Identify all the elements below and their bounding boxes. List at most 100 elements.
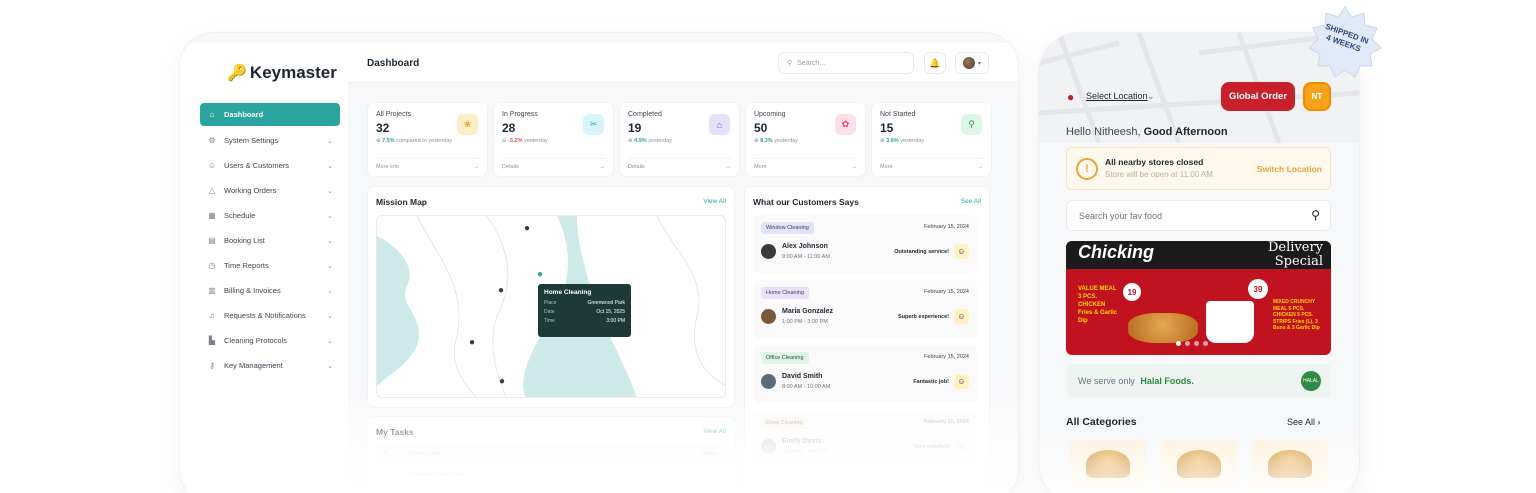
alert-subtitle: Store will be open at 11:00 AM (1105, 170, 1213, 179)
chevron-down-icon: ⌄ (327, 362, 333, 370)
sidebar-item-working-orders[interactable]: △ Working Orders ⌄ (200, 178, 340, 203)
map-pin-icon[interactable]: ● (498, 285, 504, 296)
stat-footer-link[interactable]: Details → (502, 158, 605, 170)
review-card[interactable]: Home Cleaning February 15, 2024 Maria Gonz… (753, 280, 977, 338)
categories-title: All Categories (1066, 416, 1137, 428)
sidebar-item-label: Cleaning Protocols (224, 336, 287, 345)
stat-card[interactable]: All Projects 32 ⊕ 7.5% compared to yesterd… (368, 103, 487, 176)
map-pin-icon[interactable]: ● (524, 223, 530, 234)
col-num: # (384, 451, 388, 457)
stat-footer-link[interactable]: More → (754, 158, 857, 170)
user-menu-button[interactable]: ▾ (955, 52, 989, 74)
location-pin-icon: ● (1067, 90, 1075, 104)
tasks-view-all-link[interactable]: View All (703, 428, 726, 435)
review-date: February 15, 2024 (924, 354, 969, 360)
home-icon: ⌂ (209, 110, 215, 119)
global-order-button[interactable]: Global Order (1221, 82, 1295, 111)
greeting: Hello Nitheesh, Good Afternoon (1066, 126, 1228, 138)
stat-footer-link[interactable]: More info → (376, 158, 479, 170)
stat-card[interactable]: Upcoming 50 ⊕ 8.3% yesterday ✿ More → (746, 103, 865, 176)
alert-title: All nearby stores closed (1105, 157, 1204, 167)
promo-banner[interactable]: Chicking Delivery Special VALUE MEAL 3 PC… (1066, 241, 1331, 355)
sidebar-item-label: Users & Customers (224, 161, 290, 170)
customer-name: David Smith (782, 373, 823, 380)
arrow-right-icon: → (599, 164, 606, 170)
sidebar-item-booking-list[interactable]: ▤ Booking List ⌄ (200, 228, 340, 253)
stat-card[interactable]: In Progress 28 ⊖ -5.2% yesterday ✂ Details → (494, 103, 613, 176)
search-input[interactable]: ⚲ Search... (778, 52, 914, 74)
sidebar-item-system-settings[interactable]: ⚙ System Settings ⌄ (200, 128, 340, 153)
sidebar-item-billing-invoices[interactable]: ▥ Billing & Invoices ⌄ (200, 278, 340, 303)
sidebar-item-label: Time Reports (224, 261, 269, 270)
food-search-input[interactable]: Search your fav food ⚲ (1066, 200, 1331, 231)
map-pin-icon[interactable]: ● (499, 376, 505, 387)
service-tag: Home Cleaning (761, 287, 809, 299)
stat-footer-link[interactable]: Details → (628, 158, 731, 170)
stat-card[interactable]: Completed 19 ⊕ 4.9% yesterday ⌂ Details → (620, 103, 739, 176)
emoji-icon: ☺ (954, 309, 969, 324)
notifications-button[interactable]: 🔔 (924, 52, 946, 74)
app-logo[interactable]: 🔑 Keymaster (227, 63, 337, 83)
reviews-see-all-link[interactable]: See All (961, 198, 981, 205)
calendar-icon: ▦ (208, 211, 216, 220)
review-card[interactable]: Deep Cleaning February 15, 2024 Emily Davi… (753, 410, 977, 468)
avatar (761, 439, 776, 454)
sidebar-item-label: Booking List (224, 236, 265, 245)
stat-change: ⊕ 8.3% yesterday (754, 138, 799, 144)
chevron-down-icon: ⌄ (327, 287, 333, 295)
warning-icon: △ (208, 186, 216, 195)
stat-change: ⊕ 4.9% yesterday (628, 138, 673, 144)
map-view-all-link[interactable]: View All (703, 198, 726, 205)
avatar (761, 309, 776, 324)
stat-card[interactable]: Not Started 15 ⊕ 3.6% yesterday ⚲ More → (872, 103, 991, 176)
chevron-down-icon[interactable]: ⌄ (1147, 91, 1155, 102)
search-icon: ⚲ (787, 60, 793, 67)
categories-see-all-link[interactable]: See All › (1287, 417, 1321, 427)
review-comment: Superb experience! (897, 314, 949, 320)
emoji-icon: ☺ (954, 439, 969, 454)
sidebar-item-schedule[interactable]: ▦ Schedule ⌄ (200, 203, 340, 228)
map-pin-icon[interactable]: ● (469, 337, 475, 348)
review-date: February 15, 2024 (924, 224, 969, 230)
sidebar-item-label: Working Orders (224, 186, 277, 195)
key-icon: 🔑 (227, 65, 247, 82)
stat-footer-link[interactable]: More → (880, 158, 983, 170)
sidebar-item-users-customers[interactable]: ☺ Users & Customers ⌄ (200, 153, 340, 178)
review-card[interactable]: Office Cleaning February 15, 2024 David Sm… (753, 345, 977, 403)
map-pin-icon[interactable]: ● (537, 269, 543, 280)
arrow-right-icon: → (473, 164, 480, 170)
sidebar-item-dashboard[interactable]: ⌂ Dashboard (200, 103, 340, 126)
stat-change: ⊕ 3.6% yesterday (880, 138, 925, 144)
review-card[interactable]: Window Cleaning February 15, 2024 Alex Joh… (753, 215, 977, 273)
gear-icon: ⚙ (208, 136, 216, 145)
sidebar-item-requests-notifications[interactable]: ♫ Requests & Notifications ⌄ (200, 303, 340, 328)
bell-icon: ♫ (209, 311, 215, 320)
clock-icon: ◷ (208, 261, 216, 270)
app-name: Keymaster (249, 63, 337, 82)
service-tag: Window Cleaning (761, 222, 814, 234)
bell-icon: 🔔 (929, 57, 941, 68)
sidebar-item-cleaning-protocols[interactable]: ▙ Cleaning Protocols ⌄ (200, 328, 340, 353)
chevron-down-icon: ⌄ (327, 237, 333, 245)
sidebar-item-time-reports[interactable]: ◷ Time Reports ⌄ (200, 253, 340, 278)
chicken-image (1128, 313, 1198, 343)
mobile-app-window: ● Select Location ⌄ Global Order NT Hell… (1039, 33, 1359, 493)
reviews-title: What our Customers Says (753, 197, 859, 207)
service-time: 2:00 PM - 4:00 PM (782, 449, 828, 455)
mission-map[interactable]: ● ● ● ● ● Home Cleaning Place Greenwood P… (376, 215, 726, 398)
stores-closed-alert: ! All nearby stores closed Store will be… (1066, 147, 1331, 190)
sidebar-item-key-management[interactable]: ⚷ Key Management ⌄ (200, 353, 340, 378)
chevron-down-icon: ⌄ (327, 312, 333, 320)
deal-2-price: 39 (1248, 279, 1268, 299)
service-time: 9:00 AM - 11:00 AM (782, 254, 830, 260)
service-tag: Office Cleaning (761, 352, 809, 364)
task-row[interactable]: Cleaning Living Room (411, 472, 465, 478)
select-location-link[interactable]: Select Location (1086, 91, 1148, 101)
profile-avatar[interactable]: NT (1303, 82, 1331, 111)
sidebar-item-label: Billing & Invoices (224, 286, 281, 295)
chart-icon: ▙ (208, 336, 216, 345)
sidebar: 🔑 Keymaster ⌂ Dashboard ⚙ System Settings ⌄ ☺… (180, 43, 348, 493)
switch-location-button[interactable]: Switch Location (1257, 164, 1322, 174)
review-comment: Very satisfied (913, 444, 949, 450)
carousel-dots[interactable] (1176, 341, 1208, 346)
